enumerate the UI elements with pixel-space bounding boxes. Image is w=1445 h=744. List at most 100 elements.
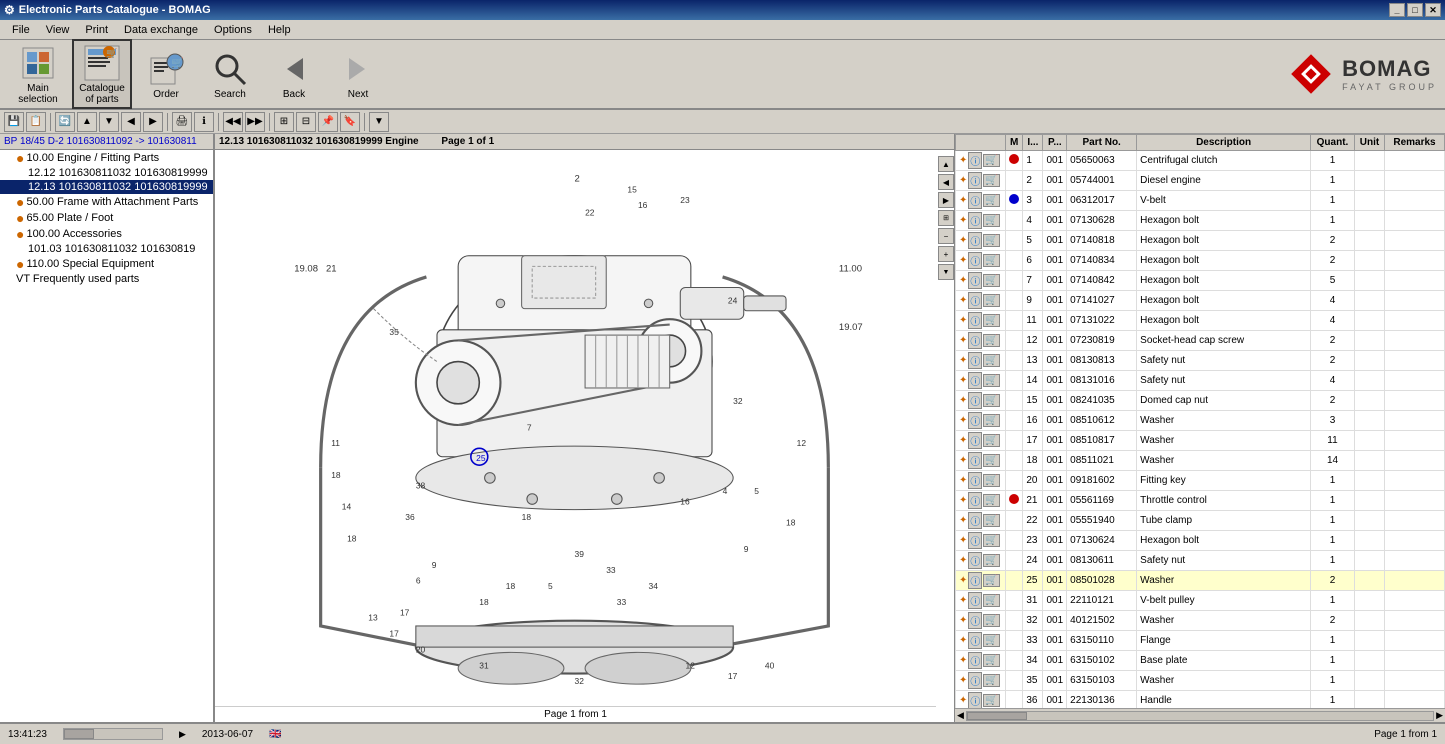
star-icon[interactable]: ✦ <box>959 195 967 206</box>
table-scrollbar[interactable]: ◀ ▶ <box>955 708 1445 722</box>
next-button[interactable]: Next <box>328 46 388 103</box>
sec-nav-back[interactable]: ◀◀ <box>223 112 243 132</box>
sec-next[interactable]: ▶ <box>143 112 163 132</box>
info-icon[interactable]: ⓘ <box>968 272 982 289</box>
star-icon[interactable]: ✦ <box>959 615 967 626</box>
info-icon[interactable]: ⓘ <box>968 572 982 589</box>
star-icon[interactable]: ✦ <box>959 295 967 306</box>
star-icon[interactable]: ✦ <box>959 435 967 446</box>
scroll-right-button[interactable]: ▶ <box>938 192 954 208</box>
table-row[interactable]: ✦ⓘ🛒2100105561169Throttle control1 <box>956 491 1445 511</box>
cart-icon[interactable]: 🛒 <box>983 234 999 247</box>
star-icon[interactable]: ✦ <box>959 515 967 526</box>
star-icon[interactable]: ✦ <box>959 415 967 426</box>
star-icon[interactable]: ✦ <box>959 395 967 406</box>
cart-icon[interactable]: 🛒 <box>983 454 999 467</box>
info-icon[interactable]: ⓘ <box>968 592 982 609</box>
cart-icon[interactable]: 🛒 <box>983 614 999 627</box>
catalogue-button[interactable]: 🛒 Catalogue of parts <box>72 39 132 109</box>
cart-icon[interactable]: 🛒 <box>983 194 999 207</box>
cart-icon[interactable]: 🛒 <box>983 154 999 167</box>
cart-icon[interactable]: 🛒 <box>983 254 999 267</box>
sec-minus[interactable]: ⊟ <box>296 112 316 132</box>
scroll-plus-button[interactable]: + <box>938 246 954 262</box>
tree-item-1[interactable]: 12.12 101630811032 101630819999 <box>0 166 213 180</box>
info-icon[interactable]: ⓘ <box>968 372 982 389</box>
back-button[interactable]: Back <box>264 46 324 103</box>
table-scroll-right[interactable]: ▶ <box>1436 710 1443 721</box>
cart-icon[interactable]: 🛒 <box>983 274 999 287</box>
cart-icon[interactable]: 🛒 <box>983 394 999 407</box>
menu-view[interactable]: View <box>38 22 78 38</box>
table-row[interactable]: ✦ⓘ🛒3300163150110Flange1 <box>956 631 1445 651</box>
table-row[interactable]: ✦ⓘ🛒3400163150102Base plate1 <box>956 651 1445 671</box>
table-row[interactable]: ✦ⓘ🛒2000109181602Fitting key1 <box>956 471 1445 491</box>
table-row[interactable]: ✦ⓘ🛒1700108510817Washer11 <box>956 431 1445 451</box>
scroll-left-button[interactable]: ◀ <box>938 174 954 190</box>
cart-icon[interactable]: 🛒 <box>983 354 999 367</box>
maximize-button[interactable]: □ <box>1407 3 1423 17</box>
sec-mark[interactable]: 🔖 <box>340 112 360 132</box>
close-button[interactable]: ✕ <box>1425 3 1441 17</box>
cart-icon[interactable]: 🛒 <box>983 334 999 347</box>
cart-icon[interactable]: 🛒 <box>983 514 999 527</box>
info-icon[interactable]: ⓘ <box>968 452 982 469</box>
sec-prev[interactable]: ◀ <box>121 112 141 132</box>
star-icon[interactable]: ✦ <box>959 175 967 186</box>
star-icon[interactable]: ✦ <box>959 315 967 326</box>
info-icon[interactable]: ⓘ <box>968 692 982 708</box>
info-icon[interactable]: ⓘ <box>968 472 982 489</box>
info-icon[interactable]: ⓘ <box>968 252 982 269</box>
cart-icon[interactable]: 🛒 <box>983 654 999 667</box>
table-row[interactable]: ✦ⓘ🛒3200140121502Washer2 <box>956 611 1445 631</box>
scroll-up-button[interactable]: ▲ <box>938 156 954 172</box>
table-row[interactable]: ✦ⓘ🛒900107141027Hexagon bolt4 <box>956 291 1445 311</box>
star-icon[interactable]: ✦ <box>959 575 967 586</box>
info-icon[interactable]: ⓘ <box>968 512 982 529</box>
cart-icon[interactable]: 🛒 <box>983 594 999 607</box>
sec-pin[interactable]: 📌 <box>318 112 338 132</box>
sec-nav-fwd[interactable]: ▶▶ <box>245 112 265 132</box>
tree-item-8[interactable]: VT Frequently used parts <box>0 272 213 286</box>
tree-item-7[interactable]: ● 110.00 Special Equipment <box>0 256 213 272</box>
cart-icon[interactable]: 🛒 <box>983 414 999 427</box>
cart-icon[interactable]: 🛒 <box>983 694 999 707</box>
table-row[interactable]: ✦ⓘ🛒700107140842Hexagon bolt5 <box>956 271 1445 291</box>
table-row[interactable]: ✦ⓘ🛒1500108241035Domed cap nut2 <box>956 391 1445 411</box>
star-icon[interactable]: ✦ <box>959 155 967 166</box>
status-scroll-right[interactable]: ▶ <box>179 729 186 740</box>
sec-refresh[interactable]: 🔄 <box>55 112 75 132</box>
menu-data-exchange[interactable]: Data exchange <box>116 22 206 38</box>
sec-filter[interactable]: ▼ <box>369 112 389 132</box>
info-icon[interactable]: ⓘ <box>968 232 982 249</box>
cart-icon[interactable]: 🛒 <box>983 294 999 307</box>
tree-item-2[interactable]: 12.13 101630811032 101630819999 <box>0 180 213 194</box>
info-icon[interactable]: ⓘ <box>968 332 982 349</box>
star-icon[interactable]: ✦ <box>959 535 967 546</box>
star-icon[interactable]: ✦ <box>959 635 967 646</box>
cart-icon[interactable]: 🛒 <box>983 214 999 227</box>
tree-item-6[interactable]: 101.03 101630811032 101630819 <box>0 242 213 256</box>
info-icon[interactable]: ⓘ <box>968 172 982 189</box>
star-icon[interactable]: ✦ <box>959 215 967 226</box>
star-icon[interactable]: ✦ <box>959 655 967 666</box>
info-icon[interactable]: ⓘ <box>968 152 982 169</box>
info-icon[interactable]: ⓘ <box>968 612 982 629</box>
table-row[interactable]: ✦ⓘ🛒2400108130611Safety nut1 <box>956 551 1445 571</box>
star-icon[interactable]: ✦ <box>959 275 967 286</box>
tree-item-3[interactable]: ● 50.00 Frame with Attachment Parts <box>0 194 213 210</box>
sec-down[interactable]: ▼ <box>99 112 119 132</box>
cart-icon[interactable]: 🛒 <box>983 494 999 507</box>
tree-item-5[interactable]: ● 100.00 Accessories <box>0 226 213 242</box>
table-row[interactable]: ✦ⓘ🛒2200105551940Tube clamp1 <box>956 511 1445 531</box>
table-row[interactable]: ✦ⓘ🛒200105744001Diesel engine1 <box>956 171 1445 191</box>
info-icon[interactable]: ⓘ <box>968 652 982 669</box>
table-row[interactable]: ✦ⓘ🛒1300108130813Safety nut2 <box>956 351 1445 371</box>
star-icon[interactable]: ✦ <box>959 355 967 366</box>
info-icon[interactable]: ⓘ <box>968 552 982 569</box>
cart-icon[interactable]: 🛒 <box>983 374 999 387</box>
menu-file[interactable]: File <box>4 22 38 38</box>
info-icon[interactable]: ⓘ <box>968 672 982 689</box>
order-button[interactable]: 🛒 Order <box>136 46 196 103</box>
table-row[interactable]: ✦ⓘ🛒2300107130624Hexagon bolt1 <box>956 531 1445 551</box>
